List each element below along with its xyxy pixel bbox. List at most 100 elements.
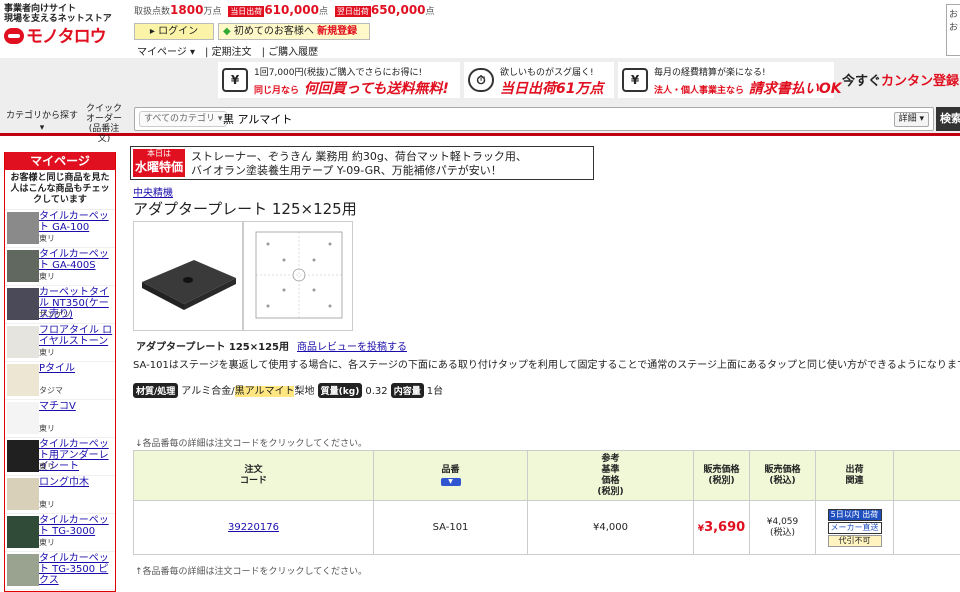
order-code-link[interactable]: 39220176 — [228, 522, 279, 533]
stock-stats: 取扱点数1800万点 当日出荷610,000点 翌日出荷650,000点 — [134, 3, 435, 17]
item-name-link[interactable]: ロング巾木 — [39, 477, 117, 488]
item-thumbnail[interactable] — [7, 516, 39, 548]
item-maker: 東リ — [39, 348, 55, 357]
search-box: すべてのカテゴリ ▾ 詳細 ▾ — [134, 107, 934, 131]
stopwatch-icon: ⏱ — [468, 68, 494, 92]
sidebar-recommend-item[interactable]: フロアタイル ロイヤルストーン東リ — [5, 324, 115, 362]
ref-price: ¥4,000 — [528, 501, 694, 555]
logo-text: モノタロウ — [4, 26, 106, 48]
site-header: 事業者向けサイト 現場を支えるネットストア モノタロウ 取扱点数1800万点 当… — [0, 0, 960, 58]
tagline-2: 現場を支えるネットストア — [4, 14, 112, 24]
sidebar-recommend-item[interactable]: カーペットタイル NT350(ケース売り)サンゲツ — [5, 286, 115, 324]
image-caption: アダプタープレート 125×125用商品レビューを投稿する — [136, 338, 407, 353]
sidebar-recommend-item[interactable]: Pタイルタジマ — [5, 362, 115, 400]
item-maker: 東リ — [39, 538, 55, 547]
col-ref-price: 参考 基準 価格 (税別) — [528, 451, 694, 501]
sidebar-recommend-item[interactable]: マチコV東リ — [5, 400, 115, 438]
sidebar-recommend-item[interactable]: タイルカーペット GA-100東リ — [5, 210, 115, 248]
header-right-cut: お お — [946, 4, 960, 56]
review-link[interactable]: 商品レビューを投稿する — [297, 342, 407, 353]
login-button[interactable]: ▸ ログイン — [134, 23, 214, 40]
item-thumbnail[interactable] — [7, 212, 39, 244]
item-name-link[interactable]: フロアタイル ロイヤルストーン — [39, 325, 117, 347]
banner-sameday[interactable]: ⏱ 欲しいものがスグ届く! 当日出荷61万点 — [464, 62, 614, 98]
item-thumbnail[interactable] — [7, 478, 39, 510]
banner-register-cta[interactable]: 今すぐカンタン登録 — [842, 70, 959, 89]
item-thumbnail[interactable] — [7, 326, 39, 358]
promo-banner[interactable]: ¥ 1回7,000円(税抜)ご購入でさらにお得に! 同じ月なら 何回買っても送料… — [0, 58, 960, 102]
product-photo[interactable] — [133, 221, 243, 331]
banner-free-shipping[interactable]: ¥ 1回7,000円(税抜)ご購入でさらにお得に! 同じ月なら 何回買っても送料… — [218, 62, 460, 98]
sidebar-title[interactable]: マイページ — [5, 152, 115, 170]
no-cod-badge: 代引不可 — [828, 535, 882, 547]
search-button[interactable]: 検索 — [936, 107, 960, 131]
tagline-1: 事業者向けサイト — [4, 4, 112, 14]
site-logo[interactable]: 事業者向けサイト 現場を支えるネットストア モノタロウ — [4, 4, 112, 24]
col-order-code: 注文 コード — [134, 451, 374, 501]
item-maker: サンゲツ — [39, 310, 71, 319]
subscription-link[interactable]: 定期注文 — [212, 47, 252, 58]
item-thumbnail[interactable] — [7, 402, 39, 434]
price-ex-tax: ¥3,690 — [694, 501, 750, 555]
item-maker: 東リ — [39, 234, 55, 243]
invoice-icon: ¥ — [622, 68, 648, 92]
banner-invoice[interactable]: ¥ 毎月の経費精算が楽になる! 法人・個人事業主なら 請求書払いOK — [618, 62, 834, 98]
col-shipping: 出荷 関連 — [816, 451, 894, 501]
col-price-in-tax: 販売価格 (税込) — [750, 451, 816, 501]
table-note-bottom: ↑各品番毎の詳細は注文コードをクリックしてください。 — [135, 564, 367, 577]
product-description: SA-101はステージを裏返して使用する場合に、各ステージの下面にある取り付けタ… — [133, 356, 960, 371]
item-thumbnail[interactable] — [7, 250, 39, 282]
item-thumbnail[interactable] — [7, 554, 39, 586]
maker-link[interactable]: 中央精機 — [133, 184, 173, 199]
item-thumbnail[interactable] — [7, 288, 39, 320]
maker-direct-badge: メーカー直送 — [828, 522, 882, 534]
item-name-link[interactable]: タイルカーペット TG-3500 ピクス — [39, 553, 117, 586]
price-in-tax: ¥4,059(税込) — [750, 501, 816, 555]
product-title: アダプタープレート 125×125用 — [133, 198, 357, 219]
sidebar-recommend-item[interactable]: ロング巾木東リ — [5, 476, 115, 514]
item-maker: 東リ — [39, 462, 55, 471]
sidebar-recommend-item[interactable]: タイルカーペット TG-3500 ピクス — [5, 552, 115, 590]
search-detail-button[interactable]: 詳細 ▾ — [894, 112, 929, 127]
table-note-top: ↓各品番毎の詳細は注文コードをクリックしてください。 — [135, 436, 367, 449]
item-name-link[interactable]: マチコV — [39, 401, 117, 412]
register-button[interactable]: ◆ 初めてのお客様へ 新規登録 — [218, 23, 370, 40]
sale-tag: 本日は水曜特価 — [133, 149, 185, 177]
truck-icon: ¥ — [222, 68, 248, 92]
part-no: SA-101 — [374, 501, 528, 555]
col-extra — [894, 451, 960, 501]
search-input[interactable] — [223, 112, 823, 125]
shipping-badges: 5日以内 出荷 メーカー直送 代引不可 — [816, 501, 894, 555]
variant-table: 注文 コード 品番▼ 参考 基準 価格 (税別) 販売価格 (税別) 販売価格 … — [133, 450, 960, 555]
ship-5days-badge: 5日以内 出荷 — [828, 509, 882, 521]
category-select[interactable]: すべてのカテゴリ ▾ — [139, 111, 227, 127]
item-name-link[interactable]: タイルカーペット GA-400S — [39, 249, 117, 271]
product-drawing[interactable] — [243, 221, 353, 331]
sidebar-recommend-item[interactable]: タイルカーペット TG-3000東リ — [5, 514, 115, 552]
quick-order-button[interactable]: クイックオーダー(品番注文) — [86, 104, 122, 144]
header-links: マイページ ▾| 定期注文| ご購入履歴 — [137, 43, 328, 58]
sidebar-recommend-item[interactable]: タイルカーペット用アンダーレイシート東リ — [5, 438, 115, 476]
item-name-link[interactable]: Pタイル — [39, 363, 117, 374]
sidebar-recommend-item[interactable]: タイルカーペット GA-400S東リ — [5, 248, 115, 286]
item-maker: タジマ — [39, 386, 63, 395]
item-maker: 東リ — [39, 500, 55, 509]
col-price-ex-tax: 販売価格 (税別) — [694, 451, 750, 501]
item-thumbnail[interactable] — [7, 440, 39, 472]
sort-down-icon[interactable]: ▼ — [441, 478, 461, 486]
wednesday-sale-banner[interactable]: 本日は水曜特価 ストレーナー、ぞうきん 業務用 約30g、荷台マット軽トラック用… — [130, 146, 594, 180]
col-part-no[interactable]: 品番▼ — [374, 451, 528, 501]
sidebar: マイページ お客様と同じ商品を見た人はこんな商品もチェックしています タイルカー… — [4, 152, 116, 592]
item-thumbnail[interactable] — [7, 364, 39, 396]
item-name-link[interactable]: タイルカーペット GA-100 — [39, 211, 117, 233]
mypage-link[interactable]: マイページ ▾ — [137, 47, 195, 58]
chevron-down-icon: ▾ — [40, 123, 45, 133]
search-bar: カテゴリから探す▾ クイックオーダー(品番注文) すべてのカテゴリ ▾ 詳細 ▾… — [0, 102, 960, 136]
sidebar-prompt: お客様と同じ商品を見た人はこんな商品もチェックしています — [5, 170, 115, 210]
table-row: 39220176 SA-101 ¥4,000 ¥3,690 ¥4,059(税込)… — [134, 501, 960, 555]
purchase-history-link[interactable]: ご購入履歴 — [268, 47, 318, 58]
category-browse-button[interactable]: カテゴリから探す▾ — [4, 110, 80, 134]
monotaro-mark-icon — [4, 28, 24, 44]
item-maker: 東リ — [39, 272, 55, 281]
item-name-link[interactable]: タイルカーペット TG-3000 — [39, 515, 117, 537]
